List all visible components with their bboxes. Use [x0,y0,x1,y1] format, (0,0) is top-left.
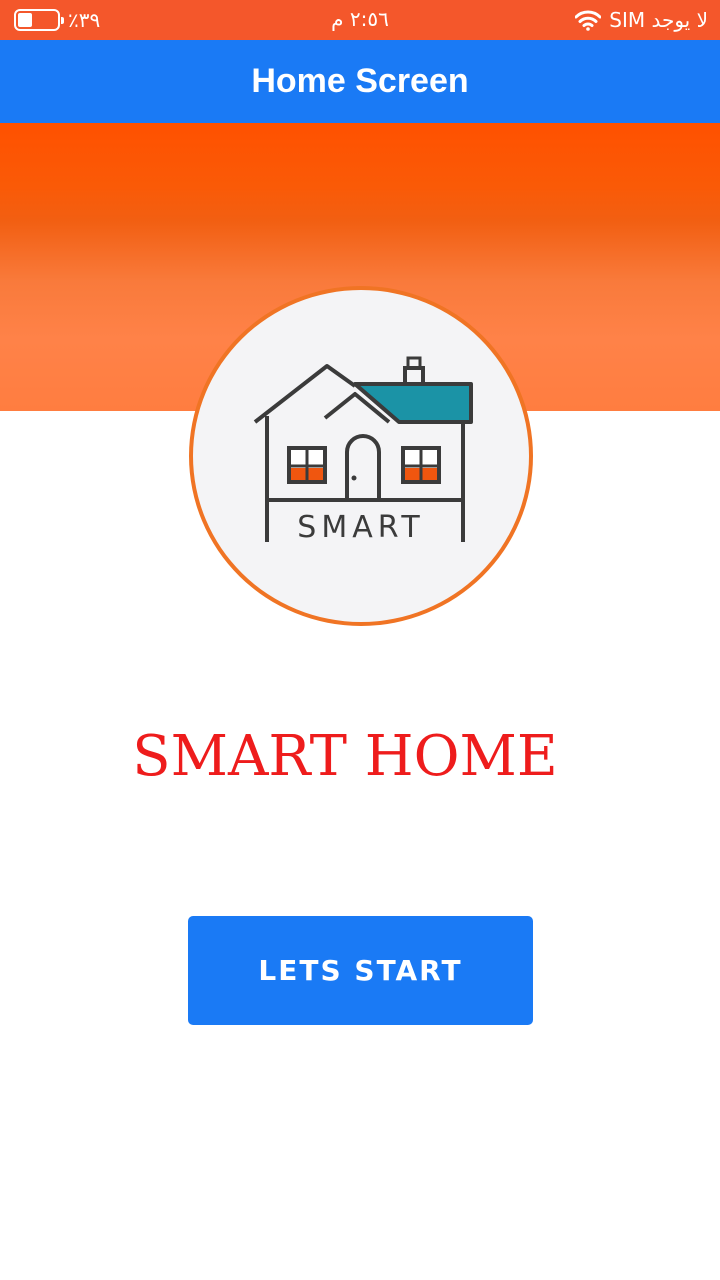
smart-house-icon [253,356,473,542]
page-title: Home Screen [251,62,469,100]
app-bar: Home Screen [0,40,720,123]
logo-text: SMART [297,510,425,545]
smart-home-logo: SMART [189,286,533,626]
carrier-indicator: لا يوجد SIM [575,6,708,34]
carrier-text: لا يوجد SIM [609,8,708,32]
wifi-icon [575,10,602,31]
lets-start-button[interactable]: LETS START [188,916,533,1025]
app-headline: SMART HOME [132,724,558,789]
status-bar: ٪٣٩ ٢:٥٦ م لا يوجد SIM [0,0,720,40]
